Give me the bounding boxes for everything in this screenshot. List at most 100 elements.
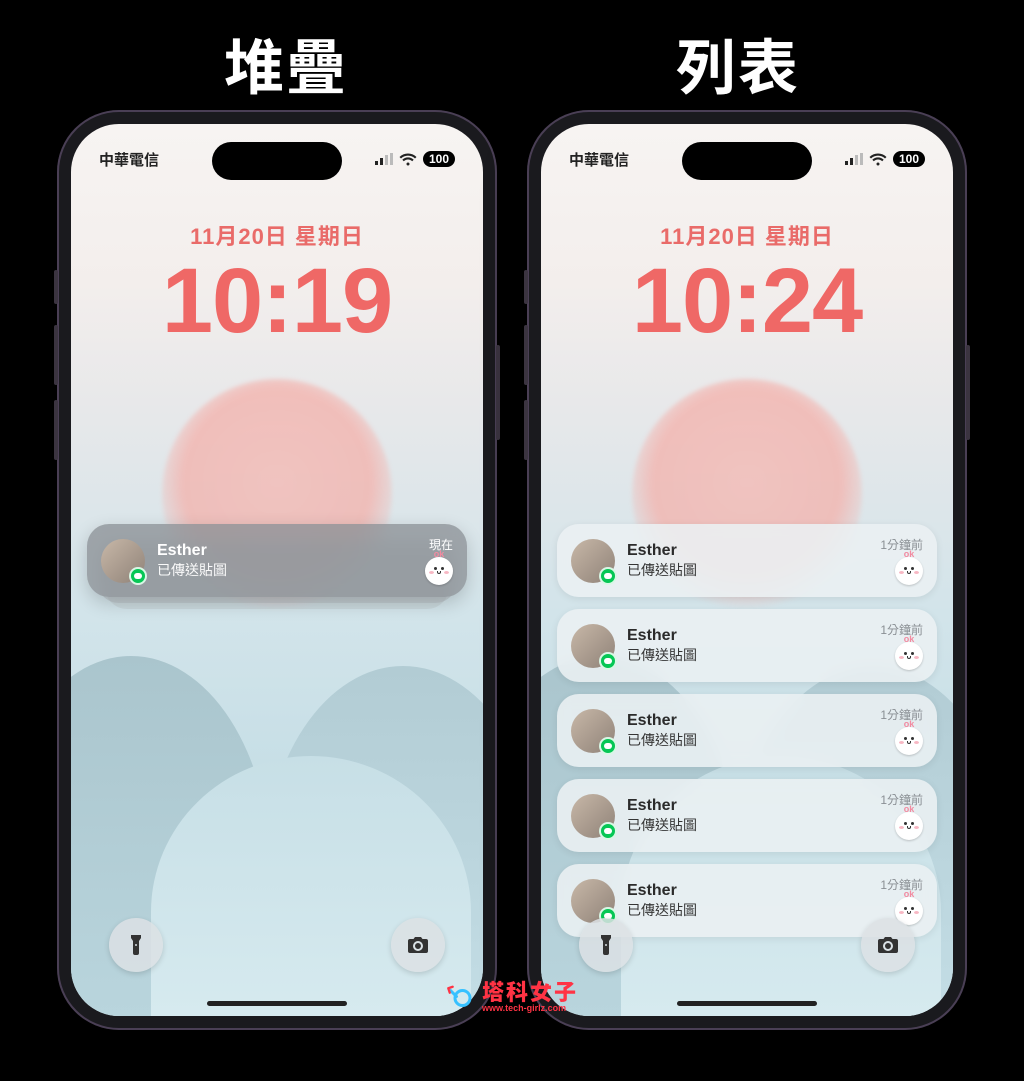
wifi-icon (869, 153, 887, 166)
notification-time: 1分鐘前 (880, 536, 923, 553)
line-badge-icon (599, 652, 617, 670)
avatar (571, 624, 615, 668)
notification-card[interactable]: Esther已傳送貼圖 1分鐘前 (557, 779, 937, 852)
datetime: 11月20日 星期日 10:19 (71, 219, 483, 347)
notification-time: 1分鐘前 (880, 706, 923, 723)
phone-left: 中華電信 100 11月20日 星期日 10:19 (57, 110, 497, 1030)
notification-text: Esther已傳送貼圖 (627, 797, 868, 835)
notification-meta: 1分鐘前 (880, 536, 923, 585)
notification-text: Esther已傳送貼圖 (627, 627, 868, 665)
flashlight-icon (594, 933, 618, 957)
battery-pill: 100 (893, 151, 925, 167)
quick-actions (71, 918, 483, 972)
side-button (54, 400, 58, 460)
notification-card[interactable]: Esther已傳送貼圖 1分鐘前 (557, 524, 937, 597)
sticker-icon (895, 727, 923, 755)
notification-message: 已傳送貼圖 (157, 560, 413, 580)
compare-labels: 堆疊 列表 (0, 20, 1024, 107)
side-button (54, 270, 58, 304)
avatar (571, 879, 615, 923)
flashlight-button[interactable] (579, 918, 633, 972)
notification-sender: Esther (627, 627, 868, 645)
side-button (54, 325, 58, 385)
side-button (524, 325, 528, 385)
dynamic-island[interactable] (212, 142, 342, 180)
notification-message: 已傳送貼圖 (627, 730, 868, 750)
line-badge-icon (599, 567, 617, 585)
avatar (571, 539, 615, 583)
sticker-icon (895, 557, 923, 585)
notification-stack[interactable]: Esther 已傳送貼圖 現在 (87, 524, 467, 597)
carrier-label: 中華電信 (99, 149, 159, 170)
notification-meta: 1分鐘前 (880, 706, 923, 755)
notification-time: 1分鐘前 (880, 876, 923, 893)
watermark-text-en: www.tech-girlz.com (482, 1004, 578, 1013)
watermark-text-cn: 塔科女子 (482, 982, 578, 1004)
notification-message: 已傳送貼圖 (627, 815, 868, 835)
side-button (524, 400, 528, 460)
notification-text: Esther已傳送貼圖 (627, 882, 868, 920)
watermark-icon (446, 983, 476, 1013)
notification-text: Esther已傳送貼圖 (627, 542, 868, 580)
lock-time: 10:24 (541, 255, 953, 347)
avatar (101, 539, 145, 583)
notification-message: 已傳送貼圖 (627, 560, 868, 580)
notification-card[interactable]: Esther已傳送貼圖 1分鐘前 (557, 609, 937, 682)
camera-icon (406, 933, 430, 957)
notification-sender: Esther (627, 797, 868, 815)
line-badge-icon (129, 567, 147, 585)
status-right: 100 (845, 151, 925, 167)
flashlight-icon (124, 933, 148, 957)
notification-time: 1分鐘前 (880, 791, 923, 808)
signal-icon (845, 153, 863, 165)
lock-date: 11月20日 星期日 (541, 219, 953, 251)
notification-sender: Esther (627, 882, 868, 900)
label-list: 列表 (676, 20, 800, 107)
notification-meta: 1分鐘前 (880, 621, 923, 670)
watermark: 塔科女子 www.tech-girlz.com (446, 982, 578, 1013)
sticker-icon (895, 812, 923, 840)
lock-date: 11月20日 星期日 (71, 219, 483, 251)
label-stack: 堆疊 (224, 20, 348, 107)
sticker-icon (895, 642, 923, 670)
notification-sender: Esther (627, 712, 868, 730)
notification-text: Esther已傳送貼圖 (627, 712, 868, 750)
side-button (524, 270, 528, 304)
camera-button[interactable] (391, 918, 445, 972)
home-indicator[interactable] (677, 1001, 817, 1006)
notification-message: 已傳送貼圖 (627, 900, 868, 920)
phones-row: 中華電信 100 11月20日 星期日 10:19 (0, 110, 1024, 1030)
phone-right: 中華電信 100 11月20日 星期日 10:24 Esther已傳送貼圖1分鐘… (527, 110, 967, 1030)
notification-time: 1分鐘前 (880, 621, 923, 638)
signal-icon (375, 153, 393, 165)
notification-meta: 現在 (425, 536, 453, 585)
avatar (571, 709, 615, 753)
camera-button[interactable] (861, 918, 915, 972)
notification-card[interactable]: Esther已傳送貼圖 1分鐘前 (557, 694, 937, 767)
line-badge-icon (599, 822, 617, 840)
notification-card[interactable]: Esther 已傳送貼圖 現在 (87, 524, 467, 597)
datetime: 11月20日 星期日 10:24 (541, 219, 953, 347)
lock-screen[interactable]: 中華電信 100 11月20日 星期日 10:24 Esther已傳送貼圖1分鐘… (541, 124, 953, 1016)
lock-screen[interactable]: 中華電信 100 11月20日 星期日 10:19 (71, 124, 483, 1016)
notification-text: Esther 已傳送貼圖 (157, 542, 413, 580)
side-button (966, 345, 970, 440)
carrier-label: 中華電信 (569, 149, 629, 170)
lock-time: 10:19 (71, 255, 483, 347)
home-indicator[interactable] (207, 1001, 347, 1006)
camera-icon (876, 933, 900, 957)
notification-sender: Esther (627, 542, 868, 560)
dynamic-island[interactable] (682, 142, 812, 180)
notification-list: Esther已傳送貼圖1分鐘前Esther已傳送貼圖1分鐘前Esther已傳送貼… (557, 524, 937, 949)
notification-meta: 1分鐘前 (880, 791, 923, 840)
side-button (496, 345, 500, 440)
notification-area: Esther 已傳送貼圖 現在 (87, 524, 467, 597)
wifi-icon (399, 153, 417, 166)
flashlight-button[interactable] (109, 918, 163, 972)
status-right: 100 (375, 151, 455, 167)
avatar (571, 794, 615, 838)
quick-actions (541, 918, 953, 972)
line-badge-icon (599, 737, 617, 755)
notification-message: 已傳送貼圖 (627, 645, 868, 665)
notification-sender: Esther (157, 542, 413, 560)
